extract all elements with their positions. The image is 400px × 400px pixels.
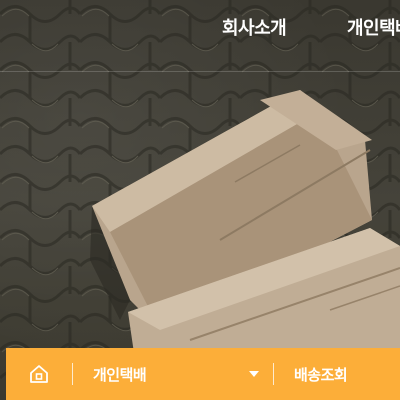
service-select[interactable]: 개인택배	[73, 348, 273, 400]
caret-down-icon	[249, 371, 259, 377]
home-button[interactable]	[6, 348, 72, 400]
nav-item-personal-delivery[interactable]: 개인택배	[347, 14, 400, 40]
delivery-tracking-button[interactable]: 배송조회	[274, 348, 400, 400]
nav-item-company-intro[interactable]: 회사소개	[222, 14, 287, 40]
top-navigation: 회사소개 개인택배	[0, 0, 400, 72]
quick-service-bar: 개인택배 배송조회	[6, 348, 400, 400]
service-select-value: 개인택배	[93, 365, 147, 384]
home-icon	[30, 365, 48, 383]
